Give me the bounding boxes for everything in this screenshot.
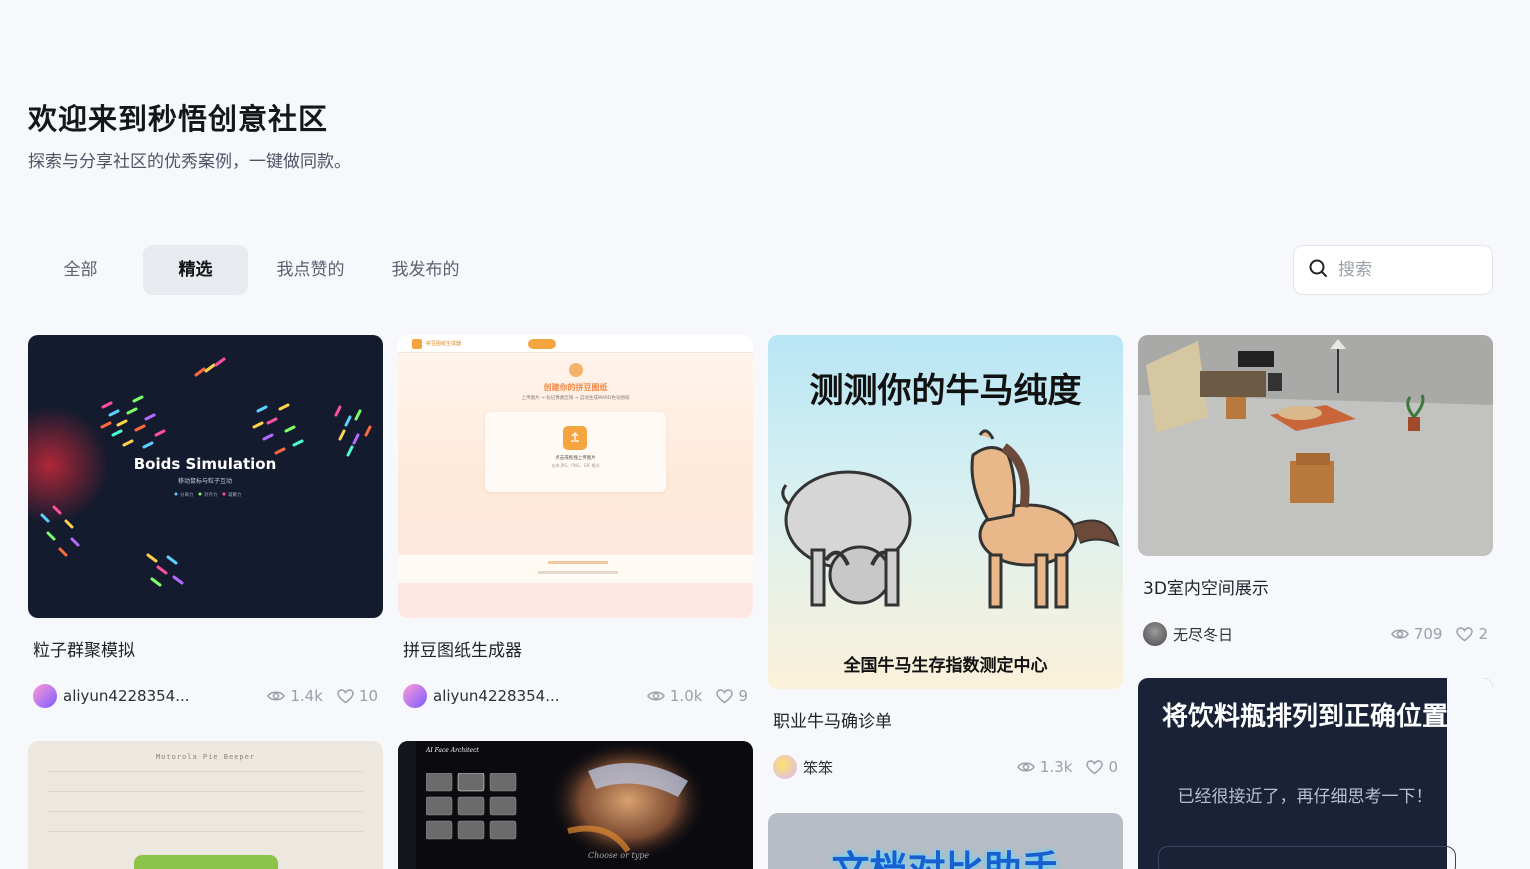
card-meta: aliyun4228354... 1.0k 9 — [398, 683, 753, 709]
thumb-title: Motorola Pie Beeper — [155, 753, 256, 761]
card-thumbnail[interactable]: 将饮料瓶排列到正确位置 已经很接近了，再仔细思考一下！ — [1138, 678, 1493, 869]
like-count: 2 — [1478, 625, 1488, 643]
heart-icon[interactable] — [1456, 626, 1474, 642]
eye-icon — [1390, 627, 1409, 641]
avatar[interactable] — [773, 755, 797, 779]
card-title[interactable]: 拼豆图纸生成器 — [398, 636, 753, 661]
author-name[interactable]: 无尽冬日 — [1173, 624, 1303, 645]
tab-featured[interactable]: 精选 — [143, 245, 248, 295]
eye-icon — [1017, 760, 1035, 774]
view-count: 1.3k — [1039, 758, 1073, 776]
thumb-app-name: 拼豆图纸生成器 — [426, 341, 462, 347]
thumb-legend: 对齐力 — [204, 491, 218, 498]
thumb-caption: 全国牛马生存指数测定中心 — [843, 656, 1048, 676]
search-icon — [1308, 258, 1328, 282]
thumb-subtitle: 上传图片 → 标记像素区域 → 自动生成MARD色号图纸 — [521, 396, 630, 401]
thumb-title: 测测你的牛马纯度 — [809, 371, 1082, 411]
card-thumbnail[interactable]: Boids Simulation 移动鼠标与粒子互动 分离力 对齐力 凝聚力 — [28, 335, 383, 618]
heart-icon[interactable] — [1086, 759, 1104, 775]
tab-all[interactable]: 全部 — [28, 245, 133, 295]
view-count: 709 — [1413, 625, 1443, 643]
card-title[interactable]: 粒子群聚模拟 — [28, 636, 383, 661]
tab-published[interactable]: 我发布的 — [373, 245, 478, 295]
thumb-title: 创建你的拼豆图纸 — [543, 383, 608, 392]
eye-icon — [267, 689, 286, 703]
author-name[interactable]: aliyun4228354... — [63, 687, 193, 705]
card-niuma[interactable]: 测测你的牛马纯度 全国牛马生存指数测定中心 职业牛马确诊单 笨笨 1.3k 0 — [768, 335, 1123, 780]
card-ai-face[interactable]: AI Face Architect Choose or type — [398, 741, 753, 869]
card-beeper[interactable]: Motorola Pie Beeper — [28, 741, 383, 869]
card-thumbnail[interactable]: 测测你的牛马纯度 全国牛马生存指数测定中心 — [768, 335, 1123, 689]
card-doc-compare[interactable]: 文档对比助手 — [768, 813, 1123, 869]
card-thumbnail[interactable]: Motorola Pie Beeper — [28, 741, 383, 869]
thumb-title: 将饮料瓶排列到正确位置 — [1161, 702, 1448, 732]
page-title: 欢迎来到秒悟创意社区 — [28, 102, 329, 136]
eye-icon — [647, 689, 665, 703]
card-title[interactable]: 3D室内空间展示 — [1138, 574, 1493, 599]
tab-liked[interactable]: 我点赞的 — [258, 245, 363, 295]
card-thumbnail[interactable] — [1138, 335, 1493, 556]
avatar[interactable] — [33, 684, 57, 708]
search-box[interactable] — [1293, 245, 1493, 295]
heart-icon[interactable] — [716, 688, 734, 704]
card-thumbnail[interactable]: 文档对比助手 — [768, 813, 1123, 869]
thumb-subtitle: 移动鼠标与粒子互动 — [178, 477, 232, 485]
thumb-title: 文档对比助手 — [768, 839, 1123, 869]
card-meta: aliyun4228354... 1.4k 10 — [28, 683, 383, 709]
card-meta: 无尽冬日 709 2 — [1138, 621, 1493, 647]
view-count: 1.0k — [669, 687, 703, 705]
card-3d-room[interactable]: 3D室内空间展示 无尽冬日 709 2 — [1138, 335, 1493, 647]
view-count: 1.4k — [290, 687, 323, 705]
thumb-upload-hint: 点击或拖拽上传图片 — [555, 456, 596, 461]
thumb-format-hint: 支持 JPG、PNG、GIF 格式 — [551, 463, 600, 468]
avatar[interactable] — [1143, 622, 1167, 646]
card-meta: 笨笨 1.3k 0 — [768, 754, 1123, 780]
thumb-title: AI Face Architect — [426, 747, 479, 754]
thumb-subtitle: 已经很接近了，再仔细思考一下！ — [1177, 787, 1433, 807]
thumb-caption: Choose or type — [588, 851, 650, 860]
author-name[interactable]: 笨笨 — [803, 757, 933, 778]
like-count: 10 — [358, 687, 378, 705]
card-bottle-sort[interactable]: 将饮料瓶排列到正确位置 已经很接近了，再仔细思考一下！ — [1138, 678, 1493, 869]
author-name[interactable]: aliyun4228354... — [433, 687, 563, 705]
avatar[interactable] — [403, 684, 427, 708]
page-subtitle: 探索与分享社区的优秀案例，一键做同款。 — [28, 152, 351, 172]
like-count: 9 — [738, 687, 748, 705]
thumb-title: Boids Simulation — [134, 455, 277, 473]
search-input[interactable] — [1338, 260, 1478, 280]
thumb-legend: 分离力 — [180, 491, 194, 498]
card-perler[interactable]: 拼豆图纸生成器 创建你的拼豆图纸 上传图片 → 标记像素区域 → 自动生成MAR… — [398, 335, 753, 709]
card-thumbnail[interactable]: 拼豆图纸生成器 创建你的拼豆图纸 上传图片 → 标记像素区域 → 自动生成MAR… — [398, 335, 753, 618]
heart-icon[interactable] — [337, 688, 354, 704]
filter-tabs: 全部 精选 我点赞的 我发布的 — [28, 245, 488, 295]
card-title[interactable]: 职业牛马确诊单 — [768, 707, 1123, 732]
thumb-legend: 凝聚力 — [228, 491, 242, 498]
like-count: 0 — [1108, 758, 1118, 776]
card-boids[interactable]: Boids Simulation 移动鼠标与粒子互动 分离力 对齐力 凝聚力 粒… — [28, 335, 383, 709]
card-thumbnail[interactable]: AI Face Architect Choose or type — [398, 741, 753, 869]
